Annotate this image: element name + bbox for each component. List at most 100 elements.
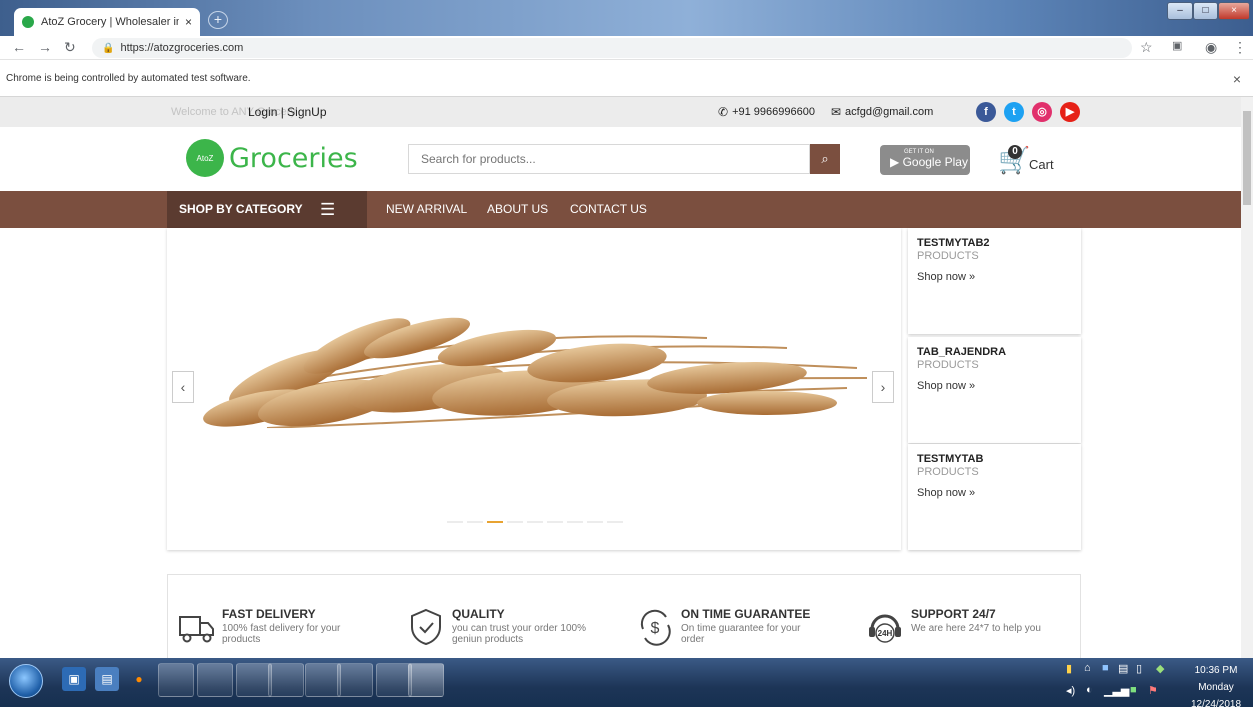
carousel-dot[interactable] bbox=[607, 521, 623, 523]
instagram-icon[interactable]: ◎ bbox=[1032, 102, 1052, 122]
feature-support: 24H SUPPORT 24/7 We are here 24*7 to hel… bbox=[865, 607, 1071, 647]
tray-lock-icon[interactable]: ⌂ bbox=[1084, 662, 1091, 674]
tray-flag-icon[interactable]: ⚑ bbox=[1148, 684, 1158, 697]
feature-quality: QUALITY you can trust your order 100% ge… bbox=[406, 607, 602, 647]
promo-card[interactable]: TESTMYTAB PRODUCTS Shop now » bbox=[908, 444, 1081, 550]
taskbar-app-button[interactable] bbox=[305, 663, 341, 697]
taskbar-firefox-button[interactable] bbox=[158, 663, 194, 697]
infobar-close-icon[interactable]: × bbox=[1233, 61, 1241, 97]
cart-button[interactable]: 🛒 0 Cart bbox=[998, 145, 1058, 177]
shop-by-category-label: SHOP BY CATEGORY bbox=[179, 202, 303, 216]
tray-app-icon[interactable]: ◆ bbox=[1156, 662, 1164, 675]
site-logo[interactable]: AtoZ Groceries bbox=[186, 139, 358, 177]
google-play-badge[interactable]: GET IT ON ▶ Google Play bbox=[880, 145, 970, 175]
carousel-prev-button[interactable]: ‹ bbox=[172, 371, 194, 403]
login-signup-link[interactable]: Login | SignUp bbox=[248, 105, 327, 119]
twitter-icon[interactable]: t bbox=[1004, 102, 1024, 122]
clock-time: 10:36 PM bbox=[1194, 665, 1238, 676]
tray-volume-icon[interactable]: ◂) bbox=[1066, 684, 1075, 697]
page-scrollbar[interactable] bbox=[1241, 97, 1253, 658]
clock-date: 12/24/2018 bbox=[1190, 699, 1242, 707]
profile-icon[interactable]: ◉ bbox=[1205, 39, 1217, 56]
promo-shop-link[interactable]: Shop now » bbox=[917, 487, 1072, 499]
search-button[interactable]: ⌕ bbox=[810, 144, 840, 174]
feature-fast-delivery: FAST DELIVERY 100% fast delivery for you… bbox=[176, 607, 362, 647]
shield-check-icon bbox=[411, 608, 441, 646]
url-field[interactable]: 🔒 https://atozgroceries.com bbox=[92, 38, 1132, 58]
promo-subtitle: PRODUCTS bbox=[917, 250, 979, 262]
tray-signal-icon[interactable]: ▁▃▅ bbox=[1104, 684, 1129, 697]
taskbar-ie-button[interactable] bbox=[236, 663, 272, 697]
explorer-quicklaunch-icon[interactable]: ▣ bbox=[62, 667, 86, 691]
maximize-button[interactable]: □ bbox=[1193, 2, 1218, 20]
feature-text: you can trust your order 100% geniun pro… bbox=[452, 623, 586, 645]
carousel-dot[interactable] bbox=[507, 521, 523, 523]
carousel-dot-active[interactable] bbox=[487, 521, 503, 523]
system-clock[interactable]: 10:36 PM Monday 12/24/2018 bbox=[1181, 664, 1251, 707]
promo-card[interactable]: TAB_RAJENDRA PRODUCTS Shop now » bbox=[908, 337, 1081, 443]
extension-icon[interactable]: ▣ bbox=[1172, 39, 1182, 52]
logo-text: Groceries bbox=[229, 142, 358, 174]
browser-tab[interactable]: AtoZ Grocery | Wholesaler in Ban × bbox=[14, 8, 200, 36]
reload-icon[interactable]: ↻ bbox=[64, 39, 76, 56]
carousel-dot[interactable] bbox=[547, 521, 563, 523]
tray-network-icon[interactable]: ◐ bbox=[1086, 684, 1093, 696]
tray-monitor-icon[interactable]: ▤ bbox=[1118, 662, 1128, 675]
taskbar-acrobat-button[interactable] bbox=[376, 663, 412, 697]
firefox-quicklaunch-icon[interactable]: ● bbox=[127, 667, 151, 691]
search-input[interactable] bbox=[408, 144, 810, 174]
hamburger-icon: ☰ bbox=[320, 200, 336, 219]
tab-title: AtoZ Grocery | Wholesaler in Ban bbox=[41, 16, 179, 28]
new-tab-button[interactable]: + bbox=[208, 11, 228, 29]
promo-shop-link[interactable]: Shop now » bbox=[917, 271, 1072, 283]
taskbar-app-button[interactable] bbox=[337, 663, 373, 697]
promo-subtitle: PRODUCTS bbox=[917, 466, 979, 478]
windows-taskbar: ▣ ▤ ● ▮ ⌂ ■ ▤ ▯ ◆ ◂) ◐ ▁▃▅ ■ ⚑ 10:36 PM … bbox=[0, 658, 1253, 707]
cart-logo-icon: AtoZ bbox=[186, 139, 224, 177]
tray-shield-icon[interactable]: ▮ bbox=[1066, 662, 1072, 675]
promo-shop-link[interactable]: Shop now » bbox=[917, 380, 1072, 392]
tab-close-icon[interactable]: × bbox=[185, 15, 192, 29]
tray-app-icon[interactable]: ■ bbox=[1102, 662, 1109, 674]
back-icon[interactable]: ← bbox=[12, 39, 26, 55]
carousel-dot[interactable] bbox=[587, 521, 603, 523]
nav-new-arrival[interactable]: NEW ARRIVAL bbox=[386, 191, 467, 228]
carousel-dot[interactable] bbox=[467, 521, 483, 523]
taskbar-app-button[interactable] bbox=[197, 663, 233, 697]
carousel-next-button[interactable]: › bbox=[872, 371, 894, 403]
nav-about-us[interactable]: ABOUT US bbox=[487, 191, 548, 228]
folder-quicklaunch-icon[interactable]: ▤ bbox=[95, 667, 119, 691]
nav-contact-us[interactable]: CONTACT US bbox=[570, 191, 647, 228]
promo-card[interactable]: TESTMYTAB2 PRODUCTS Shop now » bbox=[908, 228, 1081, 334]
hero-carousel: ‹ › bbox=[167, 228, 901, 550]
shop-by-category-button[interactable]: SHOP BY CATEGORY ☰ bbox=[167, 191, 367, 228]
facebook-icon[interactable]: f bbox=[976, 102, 996, 122]
automation-infobar: Chrome is being controlled by automated … bbox=[0, 61, 1253, 97]
carousel-dot[interactable] bbox=[447, 521, 463, 523]
close-window-button[interactable]: × bbox=[1218, 2, 1250, 20]
chrome-menu-icon[interactable]: ⋮ bbox=[1233, 39, 1247, 56]
search-icon: ⌕ bbox=[821, 151, 829, 166]
carousel-dot[interactable] bbox=[567, 521, 583, 523]
taskbar-word-button[interactable] bbox=[268, 663, 304, 697]
feature-title: ON TIME GUARANTEE bbox=[681, 607, 811, 621]
scrollbar-thumb[interactable] bbox=[1243, 111, 1251, 205]
feature-text: 100% fast delivery for your products bbox=[222, 623, 341, 645]
youtube-icon[interactable]: ▶ bbox=[1060, 102, 1080, 122]
bookmark-star-icon[interactable]: ☆ bbox=[1140, 39, 1153, 56]
dollar-cycle-icon: $ bbox=[640, 609, 671, 646]
top-strip: Welcome to ANY Grocery Login | SignUp ✆ … bbox=[0, 97, 1241, 127]
address-bar-row: ← → ↻ 🔒 https://atozgroceries.com ☆ ▣ ◉ ⋮ bbox=[0, 36, 1253, 60]
tray-app-icon[interactable]: ■ bbox=[1130, 684, 1137, 696]
feature-text: We are here 24*7 to help you bbox=[911, 623, 1041, 634]
taskbar-chrome-button[interactable] bbox=[408, 663, 444, 697]
start-button[interactable] bbox=[9, 664, 43, 698]
email-address[interactable]: acfgd@gmail.com bbox=[845, 106, 933, 118]
minimize-button[interactable]: – bbox=[1167, 2, 1193, 20]
cart-label: Cart bbox=[1029, 157, 1054, 172]
carousel-dots bbox=[447, 521, 627, 523]
forward-icon[interactable]: → bbox=[38, 39, 52, 55]
carousel-dot[interactable] bbox=[527, 521, 543, 523]
tray-usb-icon[interactable]: ▯ bbox=[1136, 662, 1142, 675]
promo-subtitle: PRODUCTS bbox=[917, 359, 979, 371]
